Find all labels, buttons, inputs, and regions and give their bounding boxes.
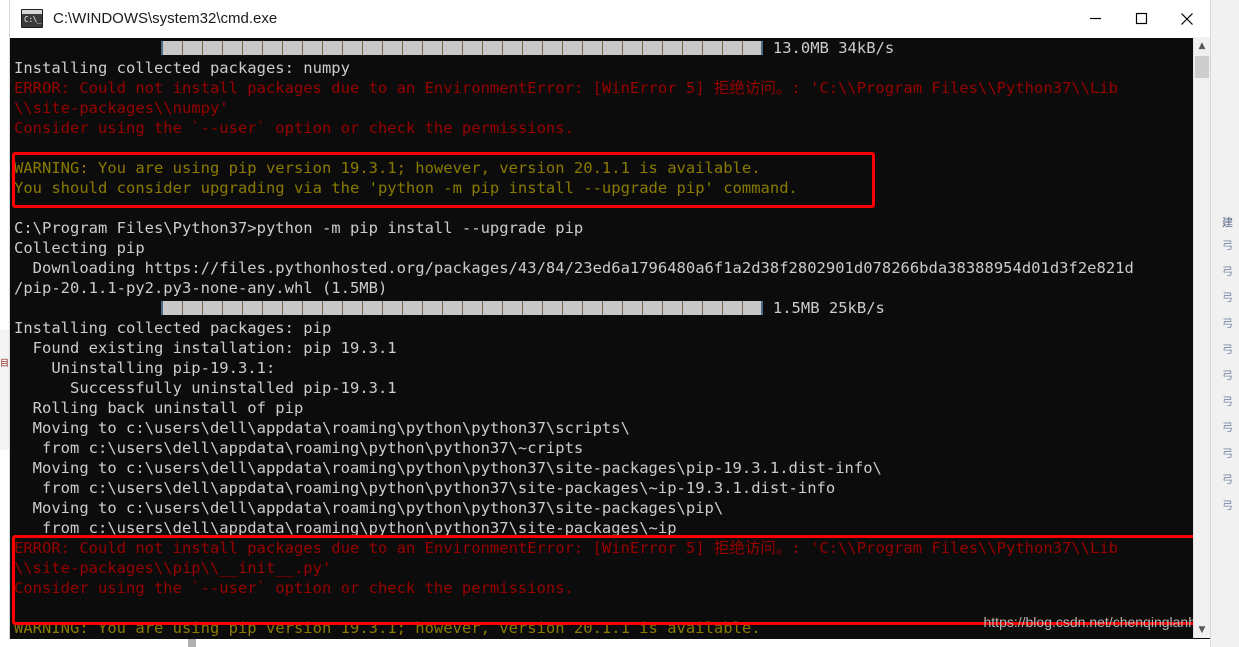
console-line: from c:\users\dell\appdata\roaming\pytho… [14,479,836,497]
background-glyph: 弓 [1222,499,1233,512]
console-line: Moving to c:\users\dell\appdata\roaming\… [14,419,630,437]
console-line: Rolling back uninstall of pip [14,399,304,417]
window-title: C:\WINDOWS\system32\cmd.exe [53,10,278,27]
watermark: https://blog.csdn.net/chenqinglanh [983,614,1197,630]
background-bottom-tick [188,638,196,647]
close-button[interactable] [1164,0,1210,37]
progress-bar [160,301,763,315]
console-line: ERROR: Could not install packages due to… [14,539,1118,557]
console-line: /pip-20.1.1-py2.py3-none-any.whl (1.5MB) [14,279,388,297]
console-line: \\site-packages\\pip\\__init__.py' [14,559,332,577]
console-line: Installing collected packages: numpy [14,59,350,77]
console-line: Uninstalling pip-19.3.1: [14,359,276,377]
console-line: Installing collected packages: pip [14,319,332,337]
console-line: Successfully uninstalled pip-19.3.1 [14,379,397,397]
console-line: from c:\users\dell\appdata\roaming\pytho… [14,439,584,457]
background-glyph: 弓 [1222,239,1233,252]
cmd-icon: C:\_ [21,9,43,28]
title-bar[interactable]: C:\_ C:\WINDOWS\system32\cmd.exe [10,0,1210,38]
console-line: Downloading https://files.pythonhosted.o… [14,259,1134,277]
progress-bar-row: 1.5MB 25kB/s [14,298,1210,318]
progress-bar-stats: 1.5MB 25kB/s [772,299,885,317]
window-controls [1072,0,1210,37]
console-line: \\site-packages\\numpy' [14,99,229,117]
console-line: from c:\users\dell\appdata\roaming\pytho… [14,519,677,537]
console-line: Moving to c:\users\dell\appdata\roaming\… [14,459,882,477]
screenshot-root: 目 建 弓弓弓弓弓弓弓弓弓弓弓 C:\_ C:\WINDOWS\system32… [0,0,1239,647]
chevron-up-icon[interactable]: ▲ [1194,37,1210,54]
background-bottom-bar [0,638,1210,647]
console-line: ERROR: Could not install packages due to… [14,79,1118,97]
cmd-window: C:\_ C:\WINDOWS\system32\cmd.exe 13.0MB … [10,0,1210,639]
cmd-icon-prompt: C:\_ [24,15,42,24]
background-glyph: 弓 [1222,343,1233,356]
progress-bar [160,41,763,55]
chevron-down-icon[interactable]: ▼ [1194,621,1210,638]
background-glyph: 弓 [1222,317,1233,330]
console-output[interactable]: 13.0MB 34kB/s Installing collected packag… [10,38,1210,639]
console-scrollbar[interactable]: ▲ ▼ [1193,37,1210,638]
background-glyph-column: 弓弓弓弓弓弓弓弓弓弓弓 [1222,240,1238,512]
background-left-badge: 目 [0,359,10,369]
progress-bar-row: 13.0MB 34kB/s [14,38,1210,58]
background-glyph: 弓 [1222,421,1233,434]
maximize-button[interactable] [1118,0,1164,37]
progress-bar-stats: 13.0MB 34kB/s [772,39,895,57]
background-top-glyph: 建 [1222,216,1233,229]
background-glyph: 弓 [1222,395,1233,408]
console-line: Found existing installation: pip 19.3.1 [14,339,397,357]
console-line: You should consider upgrading via the 'p… [14,179,798,197]
console-line: Consider using the `--user` option or ch… [14,119,574,137]
console-line: C:\Program Files\Python37>python -m pip … [14,219,584,237]
console-line: WARNING: You are using pip version 19.3.… [14,159,761,177]
background-glyph: 弓 [1222,473,1233,486]
background-glyph: 弓 [1222,447,1233,460]
console-line: Collecting pip [14,239,145,257]
title-bar-left: C:\_ C:\WINDOWS\system32\cmd.exe [10,9,1072,28]
console-line: Consider using the `--user` option or ch… [14,579,574,597]
background-glyph: 弓 [1222,369,1233,382]
background-glyph: 弓 [1222,291,1233,304]
scrollbar-thumb[interactable] [1195,56,1209,78]
minimize-button[interactable] [1072,0,1118,37]
cmd-icon-titlebar [22,10,42,14]
console-line: Moving to c:\users\dell\appdata\roaming\… [14,499,724,517]
background-glyph: 弓 [1222,265,1233,278]
